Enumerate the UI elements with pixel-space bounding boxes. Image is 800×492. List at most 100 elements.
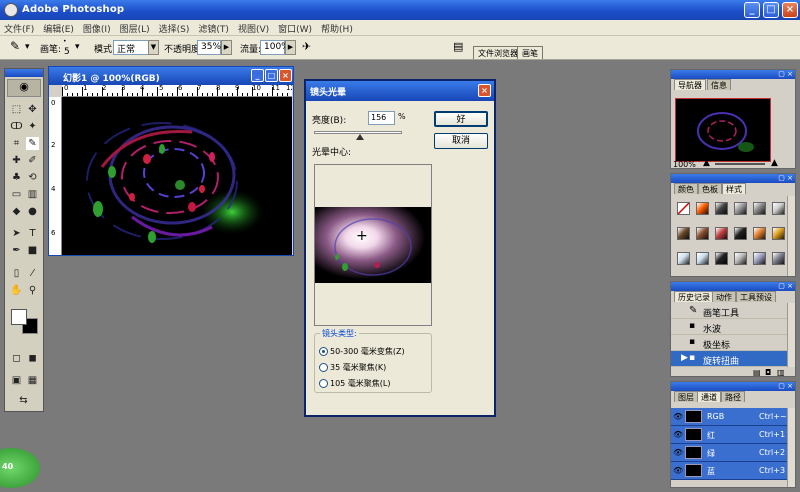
mode-select[interactable]: 正常 xyxy=(113,40,149,55)
channel-row[interactable]: 👁 绿 Ctrl+2 xyxy=(671,444,787,462)
panel-controls[interactable]: ▢ × xyxy=(778,382,793,390)
cancel-button[interactable]: 取消 xyxy=(434,133,488,149)
menu-select[interactable]: 选择(S) xyxy=(155,20,195,35)
magic-wand-icon[interactable]: ✦ xyxy=(26,120,39,133)
preview-image[interactable]: + xyxy=(315,207,431,283)
navigator-thumbnail[interactable] xyxy=(675,98,771,162)
quick-mask-icon[interactable]: ◼ xyxy=(26,352,39,365)
style-swatch[interactable] xyxy=(677,252,690,265)
maximize-button[interactable]: □ xyxy=(763,2,779,18)
marquee-icon[interactable]: ⬚ xyxy=(10,103,23,116)
path-select-icon[interactable]: ➤ xyxy=(10,227,23,240)
close-button[interactable]: × xyxy=(782,2,798,18)
channel-row[interactable]: 👁 红 Ctrl+1 xyxy=(671,426,787,444)
hand-icon[interactable]: ✋ xyxy=(10,284,23,297)
adobe-online-icon[interactable]: ◉ xyxy=(7,79,41,97)
panel-controls[interactable]: ▢ × xyxy=(778,174,793,182)
history-item[interactable]: ▪ 水波 xyxy=(671,319,787,335)
blur-icon[interactable]: ◆ xyxy=(10,205,23,218)
style-swatch[interactable] xyxy=(753,227,766,240)
history-scrollbar[interactable] xyxy=(787,303,795,367)
style-swatch[interactable] xyxy=(715,202,728,215)
gradient-icon[interactable]: ▥ xyxy=(26,188,39,201)
type-icon[interactable]: T xyxy=(26,227,39,240)
menu-layer[interactable]: 图层(L) xyxy=(116,20,155,35)
styles-scrollbar[interactable] xyxy=(787,196,795,276)
lens-105-label[interactable]: 105 毫米聚焦(L) xyxy=(330,378,391,389)
menu-image[interactable]: 图像(I) xyxy=(79,20,116,35)
healing-icon[interactable]: ✚ xyxy=(10,154,23,167)
tab-info[interactable]: 信息 xyxy=(707,79,731,90)
style-swatch[interactable] xyxy=(772,227,785,240)
history-brush-icon[interactable]: ⟲ xyxy=(26,171,39,184)
brush-icon[interactable]: ✎ xyxy=(26,137,39,150)
standard-mode-icon[interactable]: ◻ xyxy=(10,352,23,365)
tab-file-browser[interactable]: 文件浏览器 xyxy=(473,46,523,59)
brush-tool-icon[interactable]: ✎ xyxy=(10,39,20,53)
brightness-slider-thumb[interactable] xyxy=(355,134,364,140)
eye-icon[interactable]: 👁 xyxy=(673,466,683,475)
photoshop-icon[interactable] xyxy=(4,3,18,17)
no-style-swatch[interactable] xyxy=(677,202,690,215)
eyedropper-icon[interactable]: ⁄ xyxy=(26,267,39,280)
style-swatch[interactable] xyxy=(696,202,709,215)
tab-actions[interactable]: 动作 xyxy=(712,291,736,302)
crosshair-icon[interactable]: + xyxy=(356,228,368,244)
dialog-title-bar[interactable]: 镜头光晕 × xyxy=(306,81,494,101)
imageready-icon[interactable]: ⇆ xyxy=(17,394,30,407)
document-icon[interactable]: ▤ xyxy=(453,40,463,53)
dodge-icon[interactable]: ● xyxy=(26,205,39,218)
tab-styles[interactable]: 样式 xyxy=(722,183,746,194)
eye-icon[interactable]: 👁 xyxy=(673,412,683,421)
style-swatch[interactable] xyxy=(734,227,747,240)
brush-picker-chevron-down-icon[interactable]: ▾ xyxy=(75,42,80,52)
menu-view[interactable]: 视图(V) xyxy=(234,20,274,35)
zoom-slider[interactable] xyxy=(715,163,765,165)
tab-history[interactable]: 历史记录 xyxy=(674,291,714,302)
zoom-in-icon[interactable]: ▲ xyxy=(771,158,778,168)
panel-controls[interactable]: ▢ × xyxy=(778,70,793,78)
airbrush-icon[interactable]: ✈ xyxy=(302,40,311,53)
eye-icon[interactable]: 👁 xyxy=(673,430,683,439)
lens-50-300-label[interactable]: 50-300 毫米变焦(Z) xyxy=(330,346,405,357)
brush-size[interactable]: 5 xyxy=(64,47,70,57)
mode-chevron-down-icon[interactable]: ▼ xyxy=(148,40,159,55)
style-swatch[interactable] xyxy=(753,252,766,265)
tool-preset-chevron-down-icon[interactable]: ▾ xyxy=(25,42,30,52)
tab-color[interactable]: 颜色 xyxy=(674,183,698,194)
eraser-icon[interactable]: ▭ xyxy=(10,188,23,201)
tab-channels[interactable]: 通道 xyxy=(697,391,721,402)
dialog-close-button[interactable]: × xyxy=(478,84,491,97)
tab-tool-presets[interactable]: 工具预设 xyxy=(736,291,776,302)
lens-105-radio[interactable] xyxy=(319,379,328,388)
image-canvas[interactable] xyxy=(62,97,292,255)
stamp-icon[interactable]: ♣ xyxy=(10,171,23,184)
snapshot-icon[interactable]: ◘ xyxy=(765,368,771,377)
pen-icon[interactable]: ✒ xyxy=(10,244,23,257)
style-swatch[interactable] xyxy=(696,252,709,265)
notes-icon[interactable]: ▯ xyxy=(10,267,23,280)
brightness-input[interactable]: 156 xyxy=(368,111,395,125)
tab-navigator[interactable]: 导航器 xyxy=(674,79,706,90)
doc-minimize-button[interactable]: _ xyxy=(251,69,264,82)
style-swatch[interactable] xyxy=(753,202,766,215)
foreground-color-swatch[interactable] xyxy=(11,309,27,325)
menu-help[interactable]: 帮助(H) xyxy=(317,20,358,35)
trash-icon[interactable]: ▥ xyxy=(777,368,785,377)
document-title-bar[interactable]: 幻影1 @ 100%(RGB) _ □ × xyxy=(49,67,293,85)
style-swatch[interactable] xyxy=(734,252,747,265)
menu-window[interactable]: 窗口(W) xyxy=(274,20,317,35)
channel-row[interactable]: 👁 RGB Ctrl+~ xyxy=(671,408,787,426)
history-item-selected[interactable]: ▶ ▪ 旋转扭曲 xyxy=(671,351,787,367)
style-swatch[interactable] xyxy=(715,252,728,265)
style-swatch[interactable] xyxy=(772,202,785,215)
lens-35-label[interactable]: 35 毫米聚焦(K) xyxy=(330,362,386,373)
eye-icon[interactable]: 👁 xyxy=(673,448,683,457)
menu-edit[interactable]: 编辑(E) xyxy=(39,20,79,35)
panel-controls[interactable]: ▢ × xyxy=(778,282,793,290)
channel-row[interactable]: 👁 蓝 Ctrl+3 xyxy=(671,462,787,480)
style-swatch[interactable] xyxy=(677,227,690,240)
style-swatch[interactable] xyxy=(734,202,747,215)
history-item[interactable]: ✎ 画笔工具 xyxy=(671,303,787,319)
tab-paths[interactable]: 路径 xyxy=(721,391,745,402)
